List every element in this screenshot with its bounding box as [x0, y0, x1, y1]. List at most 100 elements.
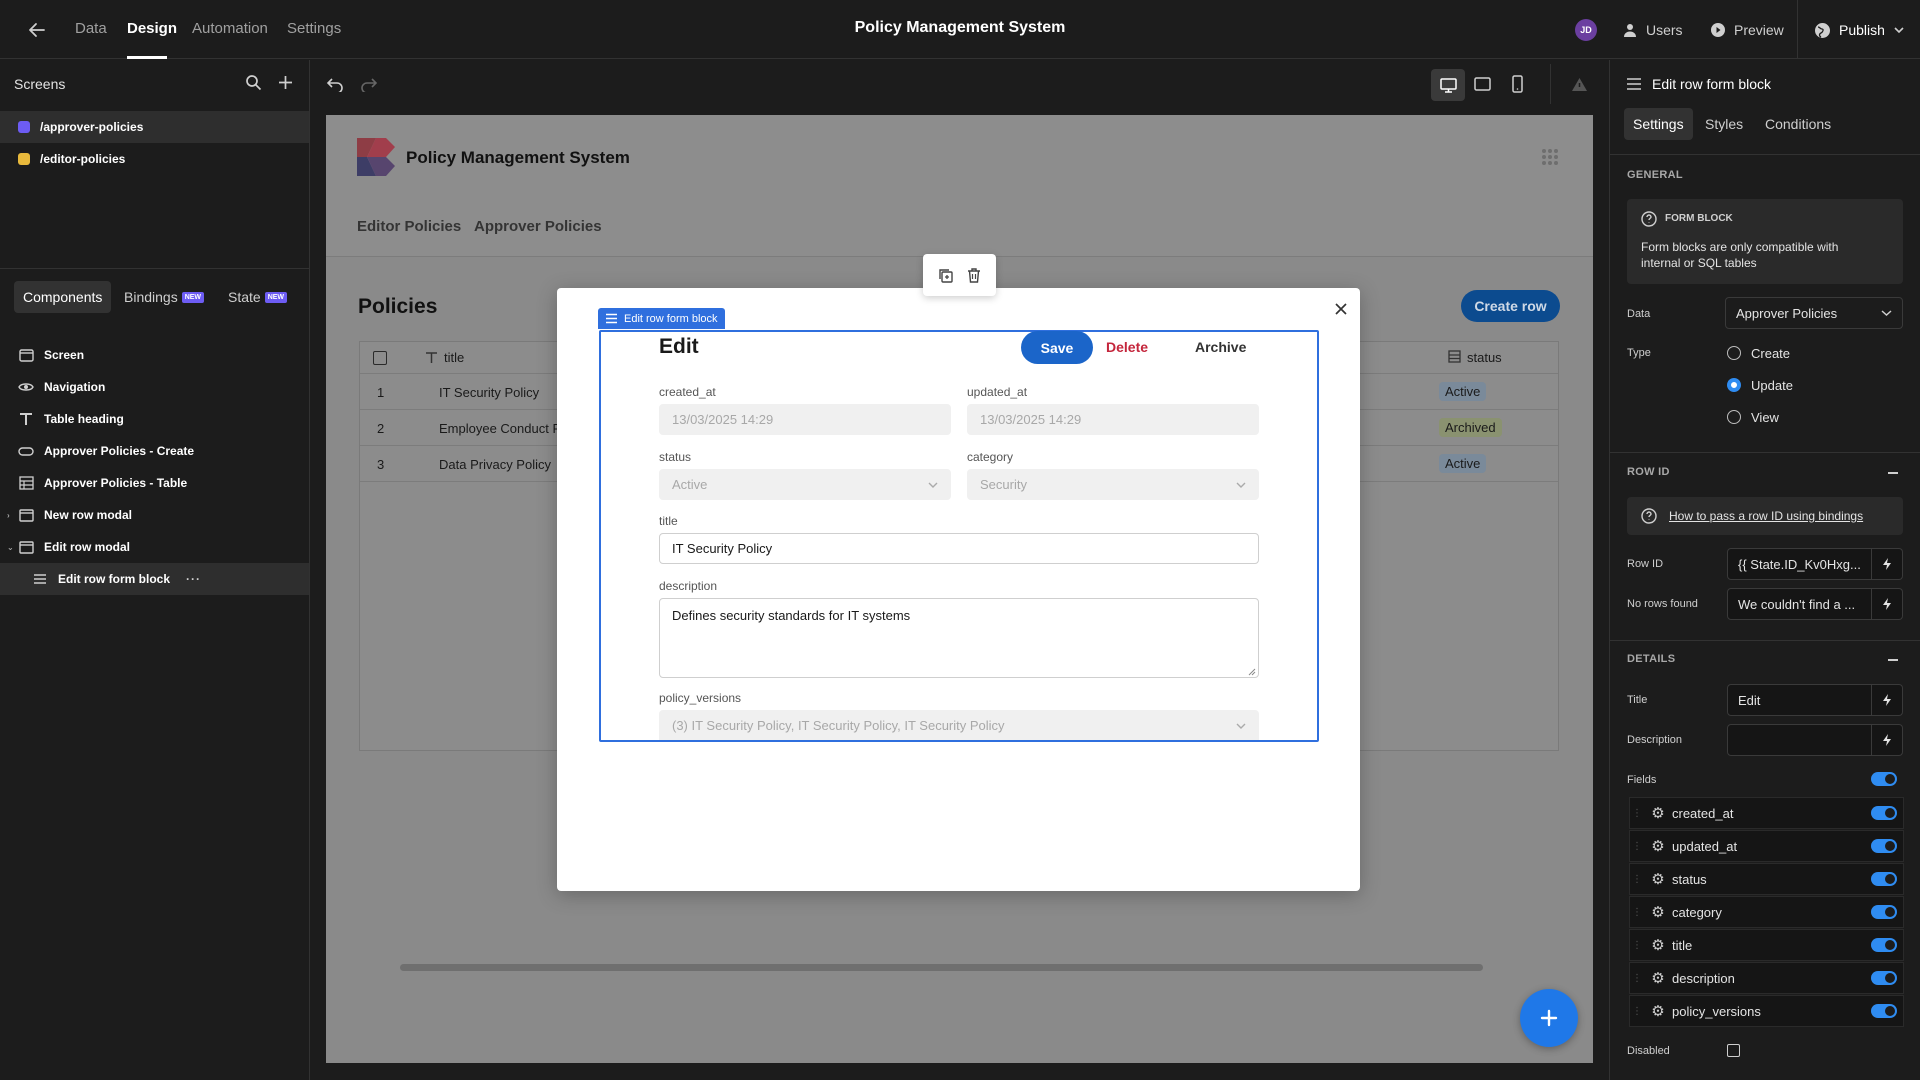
publish-button[interactable]: Publish [1814, 18, 1905, 42]
component-new-row-modal[interactable]: › New row modal [0, 499, 309, 531]
column-header-status[interactable]: status [1467, 350, 1502, 365]
disabled-checkbox[interactable] [1727, 1044, 1740, 1057]
component-edit-row-modal[interactable]: ⌄ Edit row modal [0, 531, 309, 563]
chevron-right-icon[interactable]: › [7, 511, 10, 520]
add-screen-icon[interactable] [277, 74, 294, 91]
screen-item-approver-policies[interactable]: /approver-policies [0, 111, 309, 143]
component-approver-policies-create[interactable]: Approver Policies - Create [0, 435, 309, 467]
tab-settings[interactable]: Settings [287, 20, 341, 37]
component-approver-policies-table[interactable]: Approver Policies - Table [0, 467, 309, 499]
screen-item-editor-policies[interactable]: /editor-policies [0, 143, 309, 175]
gear-icon[interactable]: ⚙ [1644, 1002, 1672, 1020]
field-row-description[interactable]: ⋮ ⚙ description [1629, 962, 1904, 994]
desktop-view-icon[interactable] [1431, 69, 1465, 101]
archive-button[interactable]: Archive [1195, 339, 1246, 355]
tab-state[interactable]: State NEW [219, 281, 296, 313]
binding-bolt-icon[interactable] [1872, 588, 1903, 620]
field-toggle[interactable] [1871, 839, 1897, 853]
tab-design[interactable]: Design [127, 20, 177, 37]
data-source-select[interactable]: Approver Policies [1725, 297, 1903, 329]
preview-button[interactable]: Preview [1710, 18, 1784, 42]
component-table-heading[interactable]: Table heading [0, 403, 309, 435]
column-header-title[interactable]: title [444, 350, 464, 365]
status-select[interactable]: Active [659, 469, 951, 500]
type-radio-update[interactable]: Update [1727, 376, 1793, 394]
select-all-checkbox[interactable] [373, 351, 387, 365]
gear-icon[interactable]: ⚙ [1644, 870, 1672, 888]
tab-conditions[interactable]: Conditions [1756, 108, 1840, 140]
radio-button[interactable] [1727, 410, 1741, 424]
collapse-icon[interactable] [1888, 472, 1898, 474]
fields-master-toggle[interactable] [1871, 772, 1897, 786]
gear-icon[interactable]: ⚙ [1644, 969, 1672, 987]
resize-handle-icon[interactable] [1248, 668, 1256, 676]
users-button[interactable]: Users [1622, 18, 1683, 42]
tab-bindings[interactable]: Bindings NEW [115, 281, 213, 313]
field-toggle[interactable] [1871, 938, 1897, 952]
field-toggle[interactable] [1871, 1004, 1897, 1018]
field-row-created-at[interactable]: ⋮ ⚙ created_at [1629, 797, 1904, 829]
grid-menu-icon[interactable] [1541, 148, 1559, 166]
duplicate-icon[interactable] [938, 268, 953, 283]
close-icon[interactable] [1334, 302, 1348, 316]
radio-button[interactable] [1727, 346, 1741, 360]
title-input[interactable]: IT Security Policy [659, 533, 1259, 564]
component-edit-row-form-block[interactable]: Edit row form block ··· [0, 563, 309, 595]
drag-handle-icon[interactable]: ⋮ [1630, 841, 1644, 852]
field-row-category[interactable]: ⋮ ⚙ category [1629, 896, 1904, 928]
create-row-button[interactable]: Create row [1461, 290, 1560, 322]
row-id-input[interactable]: {{ State.ID_Kv0Hxg... [1727, 548, 1872, 580]
no-rows-input[interactable]: We couldn't find a ... [1727, 588, 1872, 620]
delete-button[interactable]: Delete [1106, 339, 1148, 355]
drag-handle-icon[interactable]: ⋮ [1630, 940, 1644, 951]
component-navigation[interactable]: Navigation [0, 371, 309, 403]
warning-icon[interactable] [1571, 77, 1588, 92]
tab-settings-panel[interactable]: Settings [1624, 108, 1693, 140]
binding-bolt-icon[interactable] [1872, 724, 1903, 756]
form-title-input[interactable]: Edit [1727, 684, 1872, 716]
preview-nav-editor-policies[interactable]: Editor Policies [357, 218, 461, 235]
description-textarea[interactable]: Defines security standards for IT system… [659, 598, 1259, 678]
search-icon[interactable] [245, 74, 262, 91]
trash-icon[interactable] [967, 267, 981, 283]
undo-icon[interactable] [326, 76, 344, 92]
radio-button-selected[interactable] [1727, 378, 1741, 392]
row-id-help-link[interactable]: How to pass a row ID using bindings [1669, 509, 1863, 523]
more-options-icon[interactable]: ··· [186, 572, 201, 586]
drag-handle-icon[interactable]: ⋮ [1630, 907, 1644, 918]
redo-icon[interactable] [360, 76, 378, 92]
back-arrow-icon[interactable] [26, 19, 48, 41]
form-description-input[interactable] [1727, 724, 1872, 756]
gear-icon[interactable]: ⚙ [1644, 936, 1672, 954]
gear-icon[interactable]: ⚙ [1644, 903, 1672, 921]
field-toggle[interactable] [1871, 872, 1897, 886]
avatar[interactable]: JD [1575, 19, 1597, 41]
field-row-title[interactable]: ⋮ ⚙ title [1629, 929, 1904, 961]
drag-handle-icon[interactable]: ⋮ [1630, 808, 1644, 819]
save-button[interactable]: Save [1021, 331, 1093, 364]
tab-components[interactable]: Components [14, 281, 112, 313]
collapse-icon[interactable] [1888, 659, 1898, 661]
drag-handle-icon[interactable]: ⋮ [1630, 973, 1644, 984]
binding-bolt-icon[interactable] [1872, 684, 1903, 716]
horizontal-scrollbar[interactable] [400, 964, 1483, 971]
chevron-down-icon[interactable]: ⌄ [7, 543, 14, 552]
component-screen[interactable]: Screen [0, 339, 309, 371]
gear-icon[interactable]: ⚙ [1644, 837, 1672, 855]
gear-icon[interactable]: ⚙ [1644, 804, 1672, 822]
field-row-status[interactable]: ⋮ ⚙ status [1629, 863, 1904, 895]
binding-bolt-icon[interactable] [1872, 548, 1903, 580]
tab-data[interactable]: Data [75, 20, 107, 37]
field-row-policy-versions[interactable]: ⋮ ⚙ policy_versions [1629, 995, 1904, 1027]
tablet-view-icon[interactable] [1474, 77, 1491, 91]
type-radio-create[interactable]: Create [1727, 344, 1790, 362]
field-row-updated-at[interactable]: ⋮ ⚙ updated_at [1629, 830, 1904, 862]
form-block-label[interactable]: Edit row form block [598, 308, 725, 329]
category-select[interactable]: Security [967, 469, 1259, 500]
drag-handle-icon[interactable]: ⋮ [1630, 1006, 1644, 1017]
mobile-view-icon[interactable] [1512, 75, 1523, 93]
add-component-button[interactable] [1520, 989, 1578, 1047]
type-radio-view[interactable]: View [1727, 408, 1779, 426]
field-toggle[interactable] [1871, 905, 1897, 919]
tab-automation[interactable]: Automation [192, 20, 268, 37]
